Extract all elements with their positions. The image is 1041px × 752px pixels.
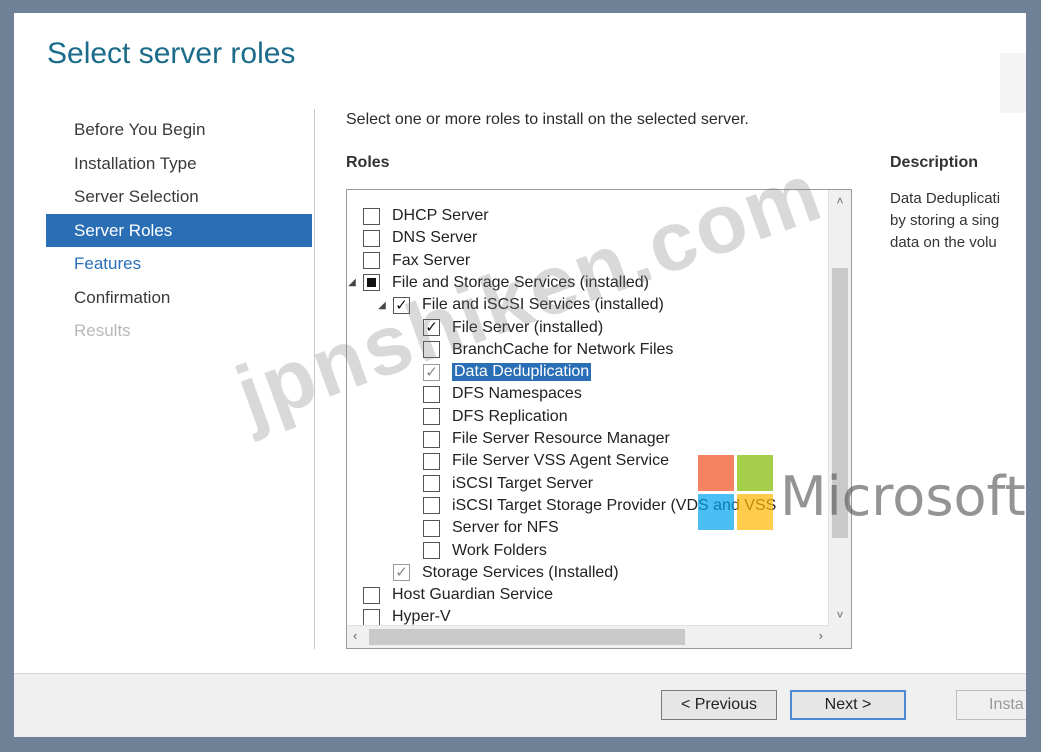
role-checkbox[interactable] bbox=[423, 385, 440, 403]
role-checkbox[interactable] bbox=[363, 608, 380, 626]
roles-heading: Roles bbox=[346, 154, 390, 171]
nav-item-features[interactable]: Features bbox=[46, 247, 312, 281]
role-label[interactable]: File Server Resource Manager bbox=[452, 430, 670, 448]
scroll-right-icon[interactable]: › bbox=[819, 628, 823, 643]
horizontal-scrollbar[interactable]: ‹ › bbox=[347, 625, 829, 648]
role-label[interactable]: Host Guardian Service bbox=[392, 586, 553, 604]
microsoft-logo-icon bbox=[698, 455, 774, 531]
role-label[interactable]: File Server VSS Agent Service bbox=[452, 452, 669, 470]
role-row[interactable]: Host Guardian Service bbox=[347, 584, 553, 606]
role-checkbox[interactable] bbox=[423, 452, 440, 470]
role-row[interactable]: DNS Server bbox=[347, 227, 477, 249]
role-checkbox[interactable] bbox=[423, 475, 440, 493]
previous-button[interactable]: < Previous bbox=[661, 690, 777, 720]
nav-item-before-you-begin[interactable]: Before You Begin bbox=[46, 113, 312, 147]
role-label[interactable]: Storage Services (Installed) bbox=[422, 564, 619, 582]
horizontal-scroll-thumb[interactable] bbox=[369, 629, 685, 645]
wizard-nav: Before You Begin Installation Type Server … bbox=[46, 113, 312, 348]
description-line: data on the volu bbox=[890, 234, 997, 251]
nav-item-installation-type[interactable]: Installation Type bbox=[46, 147, 312, 181]
role-row[interactable]: ✓ Storage Services (Installed) bbox=[375, 562, 619, 584]
role-row[interactable]: File Server VSS Agent Service bbox=[405, 450, 669, 472]
role-checkbox[interactable] bbox=[363, 274, 380, 292]
role-checkbox[interactable] bbox=[363, 207, 380, 225]
description-heading: Description bbox=[890, 154, 979, 171]
role-label[interactable]: DFS Namespaces bbox=[452, 385, 582, 403]
role-row[interactable]: DFS Replication bbox=[405, 406, 568, 428]
nav-item-server-selection[interactable]: Server Selection bbox=[46, 180, 312, 214]
role-checkbox[interactable] bbox=[423, 542, 440, 559]
role-label[interactable]: iSCSI Target Server bbox=[452, 475, 593, 493]
role-label[interactable]: DFS Replication bbox=[452, 408, 568, 426]
scroll-down-icon[interactable]: ˅ bbox=[829, 608, 851, 622]
scrollbar-corner bbox=[829, 626, 851, 648]
role-checkbox[interactable] bbox=[363, 252, 380, 270]
vertical-scrollbar[interactable]: ˄ ˅ bbox=[828, 190, 851, 626]
role-row[interactable]: File Server Resource Manager bbox=[405, 428, 670, 450]
wizard-window: Select server roles Before You Begin Inst… bbox=[14, 13, 1026, 737]
next-button[interactable]: Next > bbox=[790, 690, 906, 720]
role-row[interactable]: DHCP Server bbox=[347, 205, 489, 227]
role-row[interactable]: Work Folders bbox=[405, 540, 547, 562]
role-checkbox[interactable] bbox=[363, 586, 380, 604]
role-label[interactable]: Data Deduplication bbox=[452, 363, 592, 382]
role-label[interactable]: Work Folders bbox=[452, 542, 547, 560]
role-row[interactable]: iSCSI Target Server bbox=[405, 473, 593, 495]
wizard-footer: < Previous Next > Insta bbox=[14, 673, 1026, 737]
role-checkbox[interactable] bbox=[423, 519, 440, 537]
nav-item-server-roles[interactable]: Server Roles bbox=[46, 213, 312, 247]
scroll-up-icon[interactable]: ˄ bbox=[829, 194, 851, 208]
description-line: Data Deduplicati bbox=[890, 190, 1001, 207]
description-line: by storing a sing bbox=[890, 212, 1000, 229]
window-edge bbox=[1000, 53, 1026, 113]
role-checkbox[interactable] bbox=[363, 229, 380, 247]
role-checkbox[interactable] bbox=[423, 497, 440, 515]
role-checkbox[interactable] bbox=[423, 408, 440, 426]
role-row[interactable]: Fax Server bbox=[347, 250, 470, 272]
nav-item-confirmation[interactable]: Confirmation bbox=[46, 281, 312, 315]
description-text: Data Deduplicati by storing a sing data … bbox=[890, 188, 1026, 254]
install-button[interactable]: Insta bbox=[956, 690, 1026, 720]
expand-arrow-icon[interactable]: ◢ bbox=[347, 277, 359, 288]
role-row[interactable]: DFS Namespaces bbox=[405, 383, 582, 405]
microsoft-logo-text: Microsoft bbox=[780, 465, 1026, 528]
role-row[interactable]: Server for NFS bbox=[405, 517, 559, 539]
role-checkbox[interactable] bbox=[423, 430, 440, 448]
role-label[interactable]: Server for NFS bbox=[452, 519, 559, 537]
role-label[interactable]: DHCP Server bbox=[392, 207, 489, 225]
role-checkbox[interactable]: ✓ bbox=[393, 564, 410, 582]
role-label[interactable]: Hyper-V bbox=[392, 608, 451, 626]
page-title: Select server roles bbox=[47, 37, 296, 70]
roles-instruction: Select one or more roles to install on t… bbox=[346, 111, 749, 128]
role-label[interactable]: DNS Server bbox=[392, 229, 477, 247]
scroll-left-icon[interactable]: ‹ bbox=[353, 628, 357, 643]
